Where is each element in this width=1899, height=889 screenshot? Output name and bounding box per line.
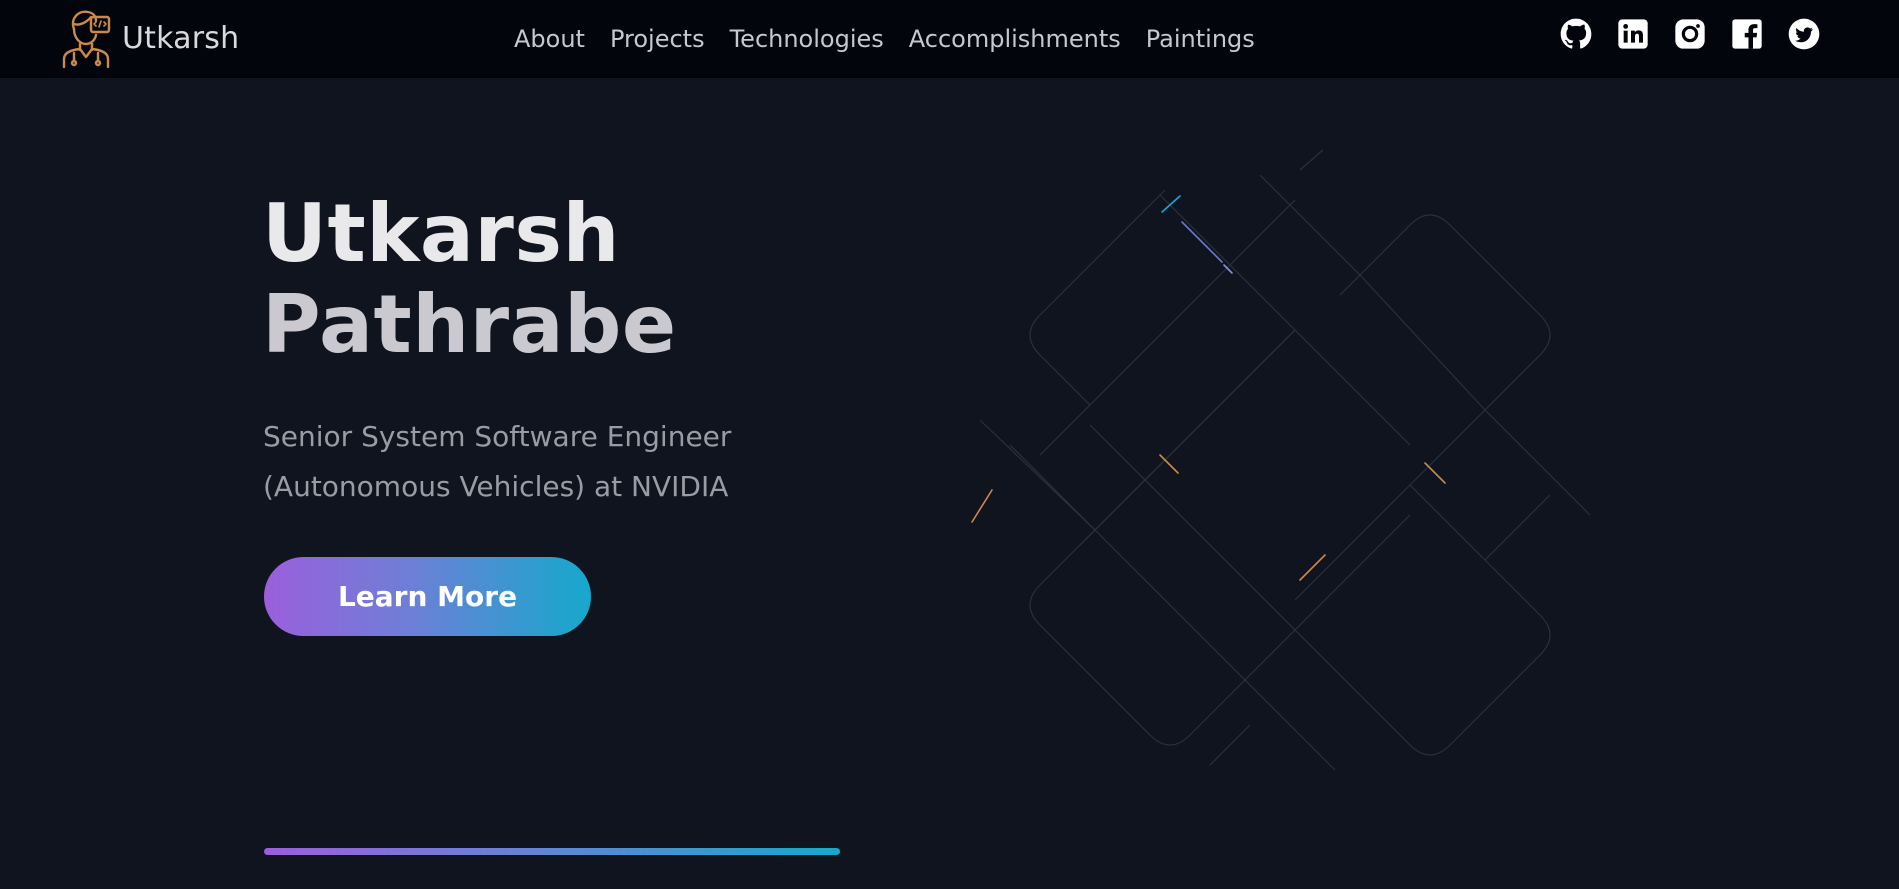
hero-subtitle: Senior System Software Engineer (Autonom… [263,412,823,512]
facebook-link[interactable] [1731,18,1763,50]
instagram-link[interactable] [1674,18,1706,50]
github-link[interactable] [1560,18,1592,50]
hero-name-heading: Utkarsh Pathrabe [262,188,677,370]
decorative-grid-graphic [971,150,1591,771]
hero-name-first: Utkarsh [262,187,620,280]
instagram-icon [1675,19,1705,49]
linkedin-icon [1618,19,1648,49]
nav-link-technologies[interactable]: Technologies [730,25,884,53]
developer-avatar-icon [62,10,111,69]
hero-name-last: Pathrabe [262,278,677,371]
learn-more-button[interactable]: Learn More [264,557,591,636]
page: Utkarsh About Projects Technologies Acco… [0,0,1899,889]
nav-link-paintings[interactable]: Paintings [1146,25,1255,53]
linkedin-link[interactable] [1617,18,1649,50]
twitter-link[interactable] [1788,18,1820,50]
twitter-icon [1788,18,1820,50]
nav-link-about[interactable]: About [514,25,585,53]
brand-home-link[interactable]: Utkarsh [60,6,239,70]
hero-subtitle-line2: (Autonomous Vehicles) at NVIDIA [263,470,729,503]
github-icon [1560,18,1592,49]
nav-link-accomplishments[interactable]: Accomplishments [909,25,1121,53]
social-links [1560,18,1820,50]
facebook-icon [1732,19,1762,49]
brand-name: Utkarsh [122,20,240,56]
hero-subtitle-line1: Senior System Software Engineer [263,420,732,453]
main-nav: About Projects Technologies Accomplishme… [514,0,1255,78]
top-navbar: Utkarsh About Projects Technologies Acco… [0,0,1899,78]
gradient-divider [264,848,840,855]
nav-link-projects[interactable]: Projects [610,25,705,53]
